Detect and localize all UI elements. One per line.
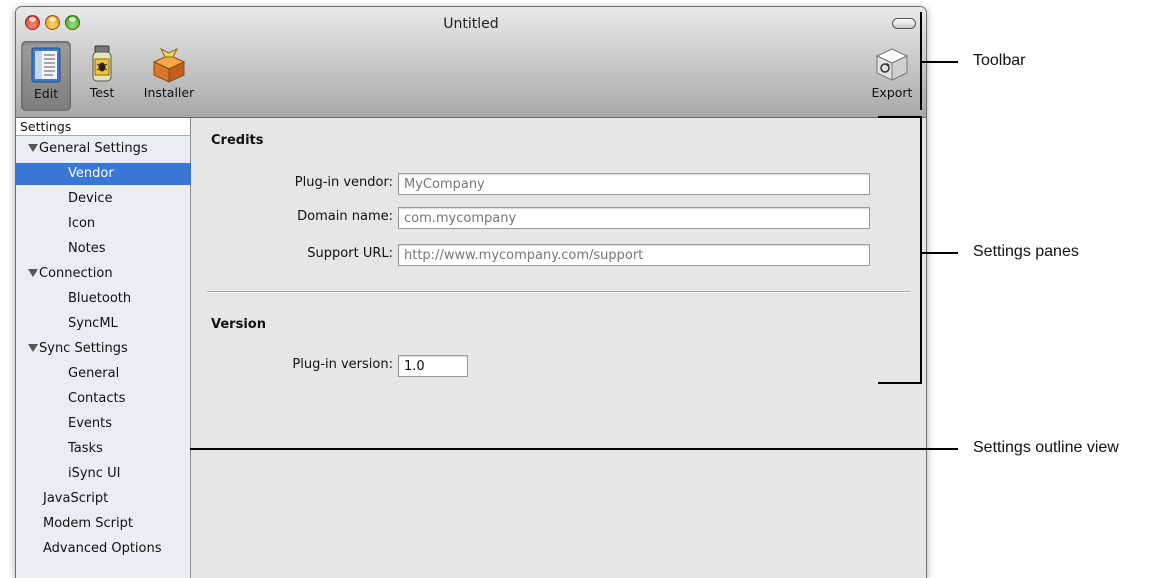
disclosure-triangle-icon[interactable]: [28, 144, 38, 152]
outline-item-sync-settings[interactable]: Sync Settings: [16, 338, 202, 360]
outline-item-javascript[interactable]: JavaScript: [16, 488, 217, 510]
credits-section-title: Credits: [211, 133, 264, 148]
plugin-vendor-label: Plug-in vendor:: [294, 175, 393, 190]
outline-callout-label: Settings outline view: [973, 439, 1119, 456]
support-url-field[interactable]: [398, 244, 870, 266]
outline-item-advanced-options[interactable]: Advanced Options: [16, 538, 217, 560]
toolbar-test-label: Test: [89, 85, 115, 100]
window-title: Untitled: [443, 16, 499, 32]
export-cube-icon: [874, 45, 910, 83]
settings-outline-view[interactable]: Settings General Settings Vendor Device …: [16, 118, 242, 578]
toolbar-edit-label: Edit: [33, 86, 59, 101]
panes-callout-line: [920, 252, 958, 254]
toolbar-callout-line: [920, 61, 958, 63]
toolbar-export-label: Export: [871, 85, 913, 100]
panes-bracket: [920, 116, 922, 384]
outline-item-connection[interactable]: Connection: [16, 263, 202, 285]
panes-bracket-bottom: [878, 382, 922, 384]
panes-bracket-top: [878, 116, 922, 118]
toolbar-edit-button[interactable]: Edit: [21, 41, 71, 111]
toolbar-test-button[interactable]: Test: [82, 45, 122, 100]
outline-callout-line: [190, 448, 958, 450]
plugin-version-label: Plug-in version:: [292, 357, 393, 372]
section-divider: [207, 291, 910, 293]
toolbar-installer-button[interactable]: Installer: [136, 45, 202, 100]
edit-icon: [28, 46, 64, 84]
domain-name-label: Domain name:: [297, 209, 393, 224]
toolbar-installer-label: Installer: [143, 85, 195, 100]
outline-item-general-settings[interactable]: General Settings: [16, 138, 202, 160]
plugin-version-field[interactable]: [398, 355, 468, 377]
toolbar-toggle-button[interactable]: [892, 18, 916, 29]
toolbar-callout-label: Toolbar: [973, 52, 1026, 69]
bug-jar-icon: [87, 45, 117, 83]
panes-callout-label: Settings panes: [973, 243, 1079, 260]
support-url-label: Support URL:: [307, 246, 393, 261]
plugin-vendor-field[interactable]: [398, 173, 870, 195]
settings-pane: Credits Plug-in vendor: Domain name: Sup…: [191, 118, 926, 578]
version-section-title: Version: [211, 317, 266, 332]
toolbar-export-button[interactable]: Export: [866, 45, 918, 100]
outline-item-modem-script[interactable]: Modem Script: [16, 513, 217, 535]
app-window: Untitled Edit Test Installer Export Sett…: [15, 6, 927, 578]
domain-name-field[interactable]: [398, 207, 870, 229]
package-icon: [151, 45, 187, 83]
disclosure-triangle-icon[interactable]: [28, 344, 38, 352]
disclosure-triangle-icon[interactable]: [28, 269, 38, 277]
title-toolbar-area: Untitled Edit Test Installer Export: [16, 7, 926, 118]
outline-header[interactable]: Settings: [16, 118, 190, 136]
